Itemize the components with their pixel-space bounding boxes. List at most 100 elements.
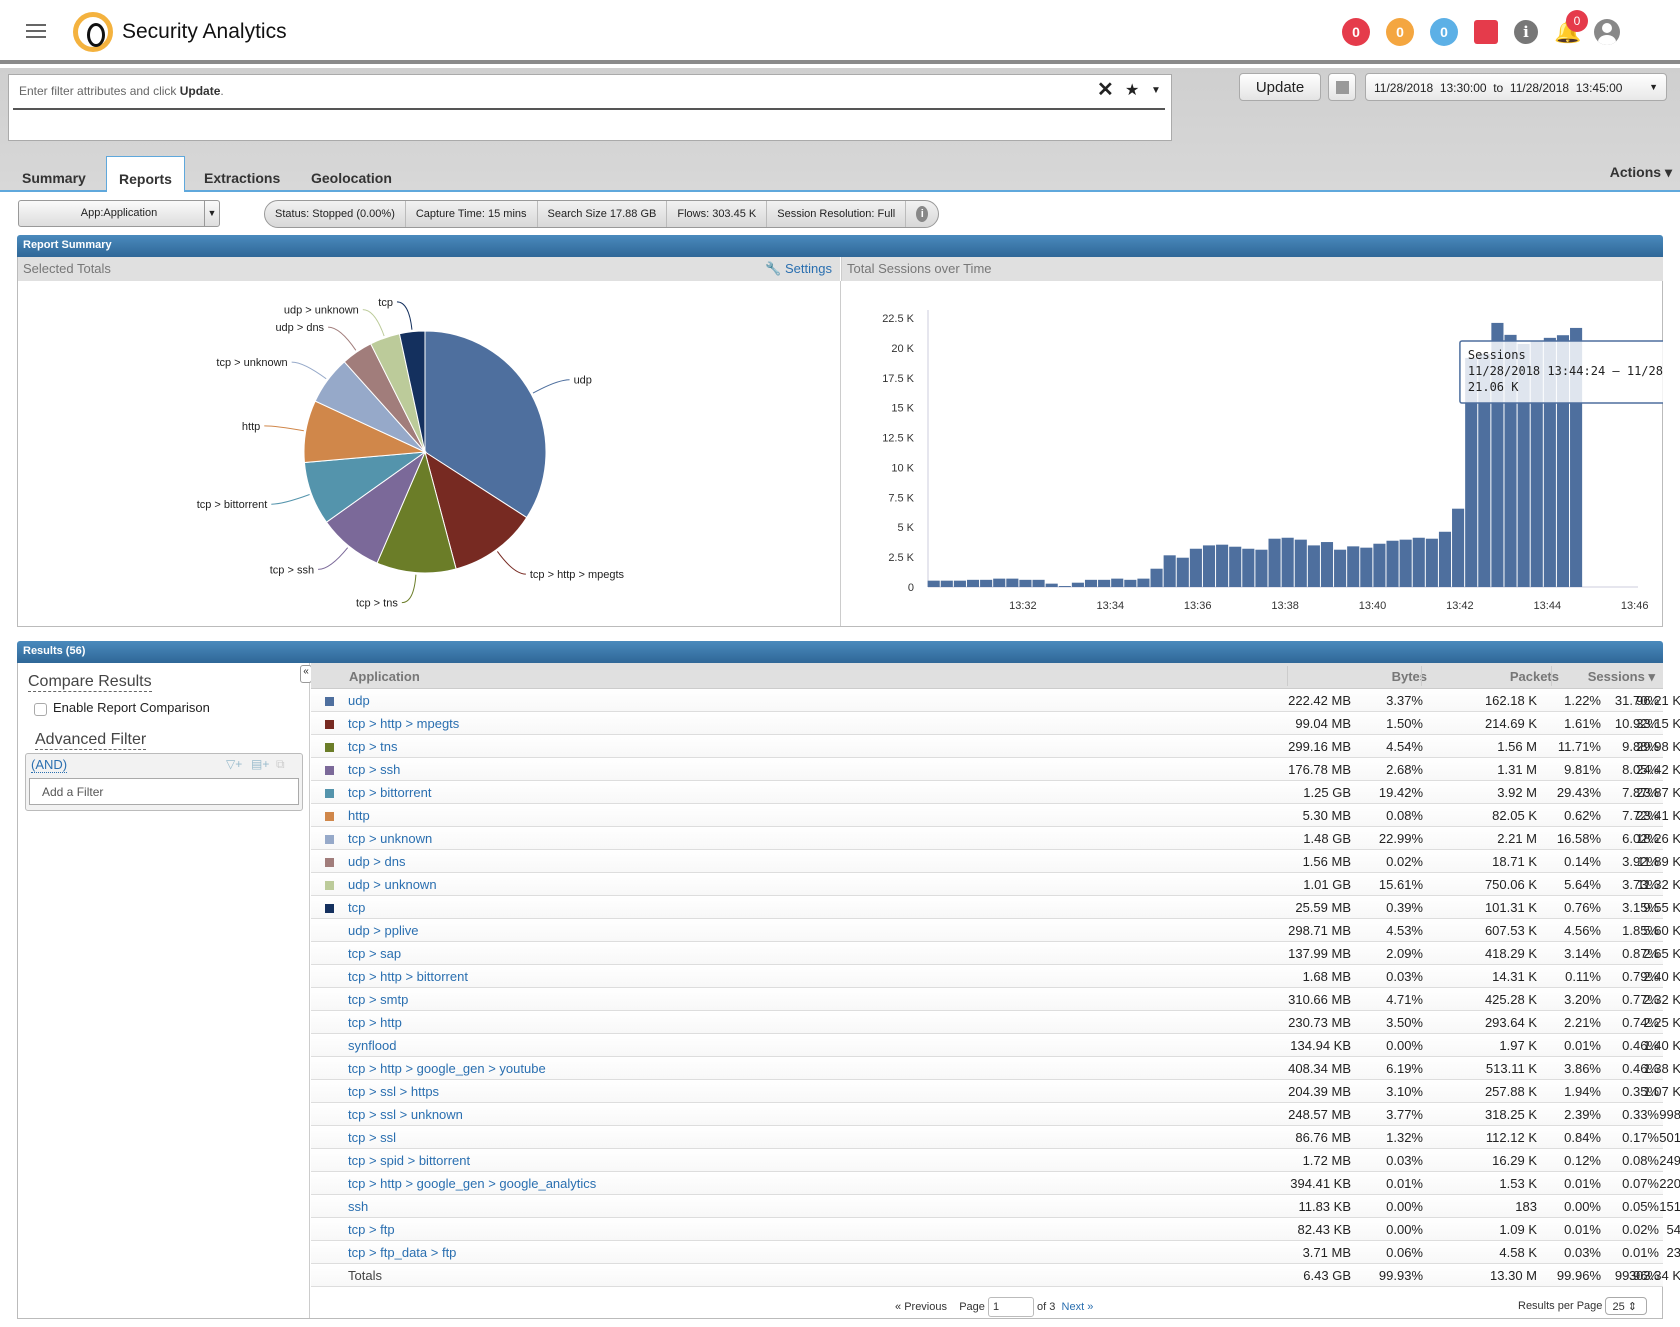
app-select[interactable]: App:Application ▼ bbox=[18, 200, 220, 227]
table-row: synflood 134.94 KB 0.00% 1.97 K 0.01% 1.40 K0… bbox=[311, 1034, 1680, 1057]
cell-packets: 112.12 K bbox=[1485, 1130, 1537, 1145]
chevron-down-icon[interactable]: ▼ bbox=[1151, 85, 1161, 96]
column-bytes[interactable]: Bytes bbox=[1287, 666, 1437, 686]
y-tick-label: 0 bbox=[908, 582, 914, 594]
app-select-value: App:Application bbox=[80, 207, 158, 219]
per-page-control: Results per Page 25 ⇕ bbox=[1518, 1297, 1648, 1315]
placeholder-text: Enter filter attributes and click bbox=[19, 84, 180, 98]
cell-bytes-pct: 0.39% bbox=[1386, 900, 1423, 915]
next-button[interactable]: Next » bbox=[1062, 1301, 1094, 1313]
application-link[interactable]: tcp > http > google_gen > google_analyti… bbox=[348, 1176, 596, 1191]
table-row: tcp > ftp 82.43 KB 0.00% 1.09 K 0.01% 54 0.02% bbox=[311, 1218, 1680, 1241]
column-sessions[interactable]: Sessions ▾ bbox=[1551, 666, 1661, 686]
update-button[interactable]: Update bbox=[1239, 73, 1321, 101]
column-packets[interactable]: Packets bbox=[1421, 666, 1565, 686]
and-operator-link[interactable]: (AND) bbox=[31, 757, 68, 773]
placeholder-bold: Update bbox=[179, 84, 221, 98]
application-link[interactable]: tcp > http > bittorrent bbox=[348, 969, 468, 984]
x-tick-label: 13:36 bbox=[1184, 600, 1212, 612]
alert-badge-warning[interactable]: 0 bbox=[1386, 18, 1414, 46]
application-link[interactable]: tcp > bittorrent bbox=[348, 785, 431, 800]
application-link[interactable]: udp > unknown bbox=[348, 877, 437, 892]
table-row: udp > unknown 1.01 GB 15.61% 750.06 K 5.64% 1… bbox=[311, 873, 1680, 896]
cell-packets-pct: 29.43% bbox=[1556, 785, 1601, 800]
cell-bytes: 310.66 MB bbox=[1288, 992, 1351, 1007]
pie-leader-line bbox=[496, 551, 526, 575]
application-link[interactable]: tcp > http > google_gen > youtube bbox=[348, 1061, 546, 1076]
status-bar: Status: Stopped (0.00%) Capture Time: 15… bbox=[264, 200, 940, 228]
application-link[interactable]: tcp > smtp bbox=[348, 992, 408, 1007]
cell-sessions-pct: 0.05% bbox=[1622, 1199, 1659, 1214]
application-link[interactable]: tcp > http bbox=[348, 1015, 402, 1030]
settings-link[interactable]: 🔧 Settings bbox=[765, 261, 832, 277]
application-link[interactable]: tcp > ssl > https bbox=[348, 1084, 439, 1099]
alert-badge-info[interactable]: 0 bbox=[1430, 18, 1458, 46]
info-icon[interactable]: i bbox=[1514, 20, 1538, 44]
tab-geolocation[interactable]: Geolocation bbox=[299, 162, 404, 194]
cell-bytes: 222.42 MB bbox=[1288, 693, 1351, 708]
application-link[interactable]: udp bbox=[348, 693, 370, 708]
bar bbox=[1334, 549, 1347, 587]
application-link[interactable]: tcp > ftp_data > ftp bbox=[348, 1245, 456, 1260]
application-link[interactable]: tcp bbox=[348, 900, 365, 915]
user-icon[interactable] bbox=[1594, 19, 1620, 45]
cell-bytes: 408.34 MB bbox=[1288, 1061, 1351, 1076]
per-page-value: 25 bbox=[1612, 1301, 1625, 1313]
clear-icon[interactable]: ✕ bbox=[1097, 77, 1114, 102]
table-row: ssh 11.83 KB 0.00% 183 0.00% 151 0.05% bbox=[311, 1195, 1680, 1218]
cell-bytes-pct: 3.10% bbox=[1386, 1084, 1423, 1099]
bar bbox=[1098, 579, 1111, 587]
add-group-icon[interactable]: ▤+ bbox=[251, 757, 269, 771]
bar bbox=[1281, 537, 1294, 587]
table-row: udp > pplive 298.71 MB 4.53% 607.53 K 4.56% 5… bbox=[311, 919, 1680, 942]
cell-sessions: 54 bbox=[1666, 1222, 1680, 1237]
date-range-select[interactable]: 11/28/2018 13:30:00 to 11/28/2018 13:45:… bbox=[1365, 73, 1667, 101]
add-filter-icon[interactable]: ▽+ bbox=[226, 757, 242, 771]
application-link[interactable]: tcp > tns bbox=[348, 739, 398, 754]
application-link[interactable]: tcp > ssl bbox=[348, 1130, 396, 1145]
cell-sessions: 23 bbox=[1666, 1245, 1680, 1260]
add-filter-input[interactable]: Add a Filter bbox=[29, 778, 299, 805]
application-link[interactable]: tcp > ssh bbox=[348, 762, 400, 777]
application-link[interactable]: udp > pplive bbox=[348, 923, 418, 938]
bar bbox=[1137, 578, 1150, 587]
actions-menu[interactable]: Actions ▾ bbox=[1610, 164, 1672, 181]
application-link[interactable]: tcp > unknown bbox=[348, 831, 432, 846]
menu-icon[interactable] bbox=[26, 24, 46, 38]
cell-packets-pct: 3.14% bbox=[1564, 946, 1601, 961]
stop-square-icon[interactable] bbox=[1474, 20, 1498, 44]
cell-sessions-pct: 0.74% bbox=[1622, 1015, 1659, 1030]
application-link[interactable]: tcp > ftp bbox=[348, 1222, 395, 1237]
cell-bytes: 298.71 MB bbox=[1288, 923, 1351, 938]
application-link[interactable]: ssh bbox=[348, 1199, 368, 1214]
info-button[interactable]: i bbox=[906, 201, 938, 227]
star-icon[interactable]: ★ bbox=[1125, 80, 1139, 100]
bell-icon[interactable]: 🔔 0 bbox=[1554, 10, 1588, 44]
enable-comparison-checkbox[interactable] bbox=[34, 703, 47, 716]
stop-button[interactable] bbox=[1328, 73, 1356, 101]
tab-reports[interactable]: Reports bbox=[106, 156, 185, 192]
application-link[interactable]: tcp > spid > bittorrent bbox=[348, 1153, 470, 1168]
per-page-select[interactable]: 25 ⇕ bbox=[1605, 1297, 1648, 1315]
bar bbox=[940, 580, 953, 587]
application-link[interactable]: tcp > sap bbox=[348, 946, 401, 961]
application-link[interactable]: udp > dns bbox=[348, 854, 405, 869]
previous-button[interactable]: « Previous bbox=[895, 1301, 947, 1313]
table-row: tcp > bittorrent 1.25 GB 19.42% 3.92 M 29.43… bbox=[311, 781, 1680, 804]
application-link[interactable]: tcp > ssl > unknown bbox=[348, 1107, 463, 1122]
bar bbox=[1242, 548, 1255, 587]
tab-summary[interactable]: Summary bbox=[10, 162, 98, 194]
copy-icon[interactable]: ⧉ bbox=[276, 757, 285, 772]
application-link[interactable]: tcp > http > mpegts bbox=[348, 716, 459, 731]
pie-label: tcp > http > mpegts bbox=[530, 569, 625, 581]
application-link[interactable]: http bbox=[348, 808, 370, 823]
alert-badge-critical[interactable]: 0 bbox=[1342, 18, 1370, 46]
bar bbox=[1202, 545, 1216, 587]
cell-sessions-pct: 7.87% bbox=[1622, 785, 1659, 800]
cell-bytes-pct: 0.00% bbox=[1386, 1199, 1423, 1214]
application-link[interactable]: synflood bbox=[348, 1038, 396, 1053]
page-input[interactable]: 1 bbox=[987, 1297, 1034, 1317]
column-application[interactable]: Application bbox=[349, 669, 420, 684]
filter-input[interactable]: Enter filter attributes and click Update… bbox=[8, 74, 1172, 141]
tab-extractions[interactable]: Extractions bbox=[192, 162, 292, 194]
